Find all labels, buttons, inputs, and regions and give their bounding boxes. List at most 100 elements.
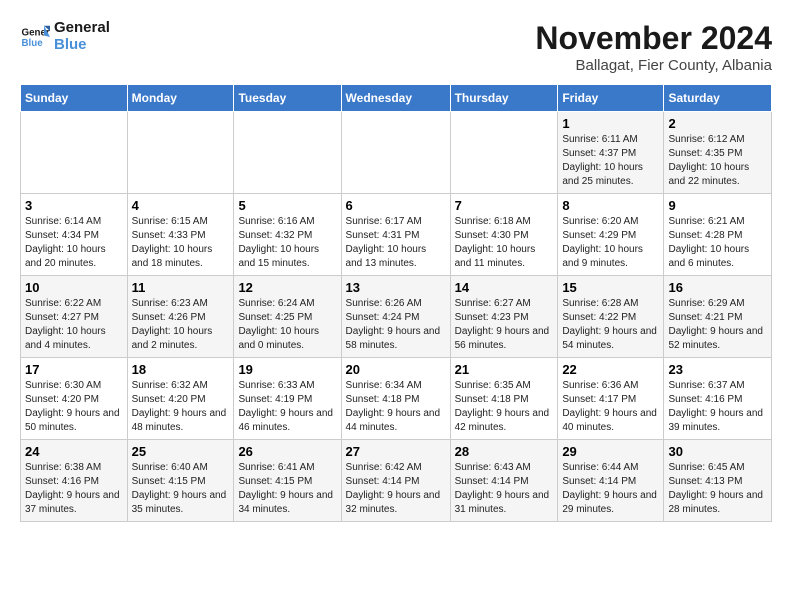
day-info-line: Sunrise: 6:43 AM [455, 461, 554, 475]
logo-line1: General [54, 20, 110, 37]
day-info-line: Sunrise: 6:42 AM [346, 461, 446, 475]
day-number: 7 [455, 198, 554, 213]
day-number: 4 [132, 198, 230, 213]
day-header: Wednesday [341, 85, 450, 112]
calendar-cell [341, 112, 450, 194]
day-info-line: Sunrise: 6:35 AM [455, 379, 554, 393]
day-number: 25 [132, 444, 230, 459]
calendar-cell: 7Sunrise: 6:18 AMSunset: 4:30 PMDaylight… [450, 194, 558, 276]
day-info-line: Daylight: 9 hours and 32 minutes. [346, 489, 446, 517]
day-number: 27 [346, 444, 446, 459]
day-info-line: Sunrise: 6:44 AM [562, 461, 659, 475]
calendar-cell: 5Sunrise: 6:16 AMSunset: 4:32 PMDaylight… [234, 194, 341, 276]
day-info-line: Sunrise: 6:21 AM [668, 215, 767, 229]
day-info-line: Sunset: 4:23 PM [455, 311, 554, 325]
day-info-line: Daylight: 10 hours and 25 minutes. [562, 161, 659, 189]
day-header: Monday [127, 85, 234, 112]
day-info-line: Sunset: 4:33 PM [132, 229, 230, 243]
calendar-cell: 16Sunrise: 6:29 AMSunset: 4:21 PMDayligh… [664, 276, 772, 358]
day-info-line: Sunset: 4:19 PM [238, 393, 336, 407]
calendar-cell: 1Sunrise: 6:11 AMSunset: 4:37 PMDaylight… [558, 112, 664, 194]
day-info-line: Daylight: 9 hours and 44 minutes. [346, 407, 446, 435]
day-header: Thursday [450, 85, 558, 112]
day-number: 5 [238, 198, 336, 213]
day-number: 9 [668, 198, 767, 213]
calendar-week: 17Sunrise: 6:30 AMSunset: 4:20 PMDayligh… [21, 358, 772, 440]
day-number: 30 [668, 444, 767, 459]
day-info-line: Sunrise: 6:32 AM [132, 379, 230, 393]
day-number: 28 [455, 444, 554, 459]
day-info-line: Daylight: 9 hours and 34 minutes. [238, 489, 336, 517]
day-info-line: Sunrise: 6:27 AM [455, 297, 554, 311]
day-info-line: Daylight: 10 hours and 11 minutes. [455, 243, 554, 271]
day-info-line: Sunrise: 6:38 AM [25, 461, 123, 475]
day-info-line: Sunrise: 6:28 AM [562, 297, 659, 311]
calendar-week: 10Sunrise: 6:22 AMSunset: 4:27 PMDayligh… [21, 276, 772, 358]
header-row: SundayMondayTuesdayWednesdayThursdayFrid… [21, 85, 772, 112]
day-info-line: Sunset: 4:14 PM [346, 475, 446, 489]
calendar-cell: 19Sunrise: 6:33 AMSunset: 4:19 PMDayligh… [234, 358, 341, 440]
calendar-cell: 9Sunrise: 6:21 AMSunset: 4:28 PMDaylight… [664, 194, 772, 276]
day-info-line: Sunrise: 6:15 AM [132, 215, 230, 229]
day-info-line: Sunrise: 6:36 AM [562, 379, 659, 393]
day-info-line: Sunrise: 6:45 AM [668, 461, 767, 475]
day-info-line: Sunset: 4:18 PM [346, 393, 446, 407]
day-info-line: Sunrise: 6:23 AM [132, 297, 230, 311]
subtitle: Ballagat, Fier County, Albania [535, 57, 772, 74]
day-info-line: Sunset: 4:13 PM [668, 475, 767, 489]
day-info-line: Sunrise: 6:34 AM [346, 379, 446, 393]
logo: General Blue General Blue [20, 20, 110, 53]
day-info-line: Sunset: 4:20 PM [25, 393, 123, 407]
day-info-line: Sunrise: 6:20 AM [562, 215, 659, 229]
day-info-line: Sunset: 4:27 PM [25, 311, 123, 325]
day-info-line: Daylight: 9 hours and 28 minutes. [668, 489, 767, 517]
day-info-line: Daylight: 9 hours and 40 minutes. [562, 407, 659, 435]
day-info-line: Sunrise: 6:24 AM [238, 297, 336, 311]
day-info-line: Sunset: 4:31 PM [346, 229, 446, 243]
day-info-line: Sunrise: 6:11 AM [562, 133, 659, 147]
day-header: Sunday [21, 85, 128, 112]
svg-text:Blue: Blue [22, 38, 44, 49]
calendar-cell: 10Sunrise: 6:22 AMSunset: 4:27 PMDayligh… [21, 276, 128, 358]
calendar-cell: 29Sunrise: 6:44 AMSunset: 4:14 PMDayligh… [558, 440, 664, 522]
month-title: November 2024 [535, 20, 772, 57]
day-info-line: Daylight: 9 hours and 39 minutes. [668, 407, 767, 435]
calendar-cell: 15Sunrise: 6:28 AMSunset: 4:22 PMDayligh… [558, 276, 664, 358]
day-info-line: Sunset: 4:16 PM [25, 475, 123, 489]
day-info-line: Sunset: 4:35 PM [668, 147, 767, 161]
calendar-cell: 8Sunrise: 6:20 AMSunset: 4:29 PMDaylight… [558, 194, 664, 276]
day-info-line: Sunset: 4:22 PM [562, 311, 659, 325]
day-info-line: Sunrise: 6:40 AM [132, 461, 230, 475]
calendar-cell: 18Sunrise: 6:32 AMSunset: 4:20 PMDayligh… [127, 358, 234, 440]
day-number: 21 [455, 362, 554, 377]
day-info-line: Sunset: 4:29 PM [562, 229, 659, 243]
calendar-cell: 2Sunrise: 6:12 AMSunset: 4:35 PMDaylight… [664, 112, 772, 194]
day-number: 6 [346, 198, 446, 213]
calendar-cell [450, 112, 558, 194]
day-info-line: Sunrise: 6:37 AM [668, 379, 767, 393]
calendar-cell: 28Sunrise: 6:43 AMSunset: 4:14 PMDayligh… [450, 440, 558, 522]
day-info-line: Sunrise: 6:29 AM [668, 297, 767, 311]
day-number: 18 [132, 362, 230, 377]
calendar-week: 1Sunrise: 6:11 AMSunset: 4:37 PMDaylight… [21, 112, 772, 194]
day-number: 12 [238, 280, 336, 295]
day-number: 3 [25, 198, 123, 213]
day-info-line: Daylight: 9 hours and 56 minutes. [455, 325, 554, 353]
header: General Blue General Blue November 2024 … [20, 20, 772, 74]
day-info-line: Sunrise: 6:14 AM [25, 215, 123, 229]
day-info-line: Sunrise: 6:33 AM [238, 379, 336, 393]
day-header: Tuesday [234, 85, 341, 112]
day-number: 10 [25, 280, 123, 295]
day-number: 8 [562, 198, 659, 213]
day-info-line: Sunset: 4:17 PM [562, 393, 659, 407]
calendar-week: 24Sunrise: 6:38 AMSunset: 4:16 PMDayligh… [21, 440, 772, 522]
day-info-line: Daylight: 10 hours and 0 minutes. [238, 325, 336, 353]
calendar-cell: 14Sunrise: 6:27 AMSunset: 4:23 PMDayligh… [450, 276, 558, 358]
day-info-line: Sunset: 4:24 PM [346, 311, 446, 325]
day-header: Friday [558, 85, 664, 112]
calendar-table: SundayMondayTuesdayWednesdayThursdayFrid… [20, 84, 772, 522]
calendar-cell: 21Sunrise: 6:35 AMSunset: 4:18 PMDayligh… [450, 358, 558, 440]
day-info-line: Sunset: 4:34 PM [25, 229, 123, 243]
day-info-line: Daylight: 9 hours and 48 minutes. [132, 407, 230, 435]
calendar-cell [127, 112, 234, 194]
